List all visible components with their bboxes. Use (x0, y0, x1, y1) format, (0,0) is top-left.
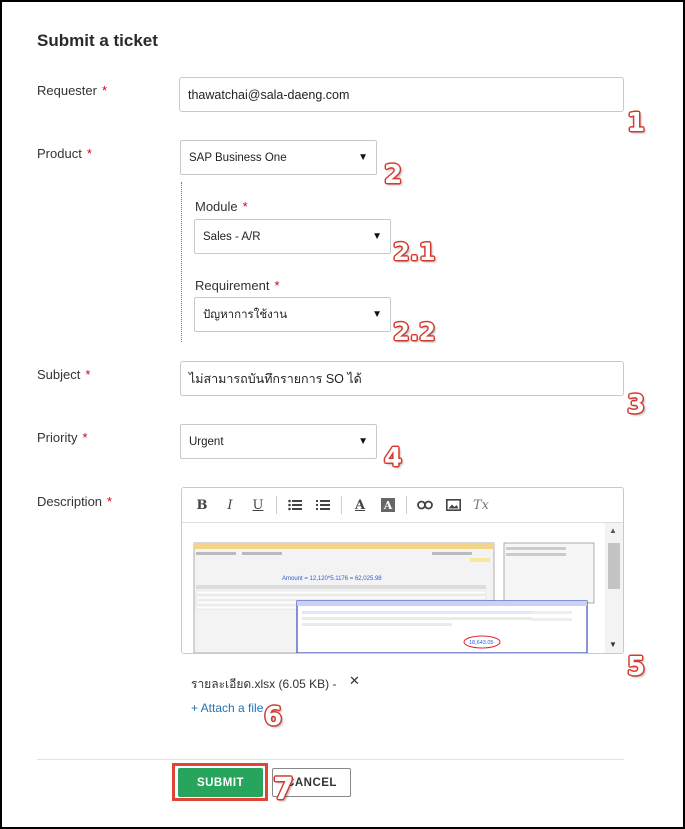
required-mark: * (107, 494, 113, 509)
annotation-number: 6 (264, 702, 283, 732)
required-mark: * (85, 367, 91, 382)
description-editor[interactable]: B I U A A Tx Amount = 12,120*5.1176 = 62… (181, 487, 624, 654)
italic-icon[interactable]: I (216, 493, 244, 517)
description-label: Description * (37, 494, 112, 509)
module-value: Sales - A/R (203, 230, 261, 243)
module-label: Module * (195, 199, 248, 214)
form-divider (37, 759, 624, 760)
product-label: Product * (37, 146, 92, 161)
image-icon[interactable] (439, 493, 467, 517)
subject-value: ไม่สามารถบันทึกรายการ SO ได้ (189, 371, 362, 386)
required-mark: * (274, 278, 280, 293)
screenshot-circled-value: 18,643.05 (469, 640, 493, 646)
text-color-icon[interactable]: A (346, 493, 374, 517)
numbered-list-icon[interactable] (309, 493, 337, 517)
attachment-filename: รายละเอียด.xlsx (6.05 KB) - (191, 677, 337, 691)
toolbar-divider (341, 496, 342, 514)
dropdown-arrow-icon: ▼ (372, 309, 382, 320)
priority-value: Urgent (189, 435, 224, 448)
scroll-down-arrow-icon[interactable]: ▼ (609, 640, 617, 649)
dropdown-arrow-icon: ▼ (358, 436, 368, 447)
editor-toolbar: B I U A A Tx (182, 488, 623, 523)
requirement-value: ปัญหาการใช้งาน (203, 308, 288, 321)
requester-input[interactable]: thawatchai@sala-daeng.com (179, 77, 624, 112)
bulleted-list-icon[interactable] (281, 493, 309, 517)
requester-label-text: Requester (37, 83, 97, 98)
description-label-text: Description (37, 494, 103, 509)
annotation-number: 1 (627, 108, 646, 138)
required-mark: * (82, 430, 88, 445)
required-mark: * (101, 83, 108, 98)
scroll-up-arrow-icon[interactable]: ▲ (609, 526, 617, 535)
svg-text:A: A (383, 499, 393, 512)
screenshot-amount-text: Amount = 12,120*5.1176 = 62,025.98 (282, 576, 382, 582)
dropdown-arrow-icon: ▼ (372, 231, 382, 242)
clear-format-icon[interactable]: Tx (467, 493, 495, 517)
editor-scrollbar[interactable]: ▲ ▼ (605, 523, 623, 653)
subject-input[interactable]: ไม่สามารถบันทึกรายการ SO ได้ (180, 361, 624, 396)
scrollbar-thumb[interactable] (608, 543, 620, 589)
toolbar-divider (276, 496, 277, 514)
annotation-number: 2 (384, 160, 403, 190)
attach-file-link[interactable]: + Attach a file (191, 701, 263, 715)
requirement-label-text: Requirement (195, 278, 270, 293)
submit-highlight-box (172, 763, 268, 801)
module-label-text: Module (195, 199, 238, 214)
priority-label: Priority * (37, 430, 88, 445)
toolbar-divider (406, 496, 407, 514)
priority-label-text: Priority (37, 430, 78, 445)
editor-content[interactable]: Amount = 12,120*5.1176 = 62,025.98 18,64… (182, 523, 605, 653)
requester-label: Requester * (37, 83, 107, 98)
requester-value: thawatchai@sala-daeng.com (188, 87, 350, 102)
product-select[interactable]: SAP Business One ▼ (180, 140, 377, 175)
page-title: Submit a ticket (37, 31, 158, 50)
product-value: SAP Business One (189, 151, 287, 164)
product-label-text: Product (37, 146, 82, 161)
annotation-number: 2.2 (393, 318, 436, 346)
annotation-number: 7 (273, 772, 294, 807)
subject-label: Subject * (37, 367, 90, 382)
highlight-icon[interactable]: A (374, 493, 402, 517)
annotation-number: 2.1 (393, 238, 436, 266)
dropdown-arrow-icon: ▼ (358, 152, 368, 163)
annotation-number: 4 (384, 443, 403, 473)
pasted-screenshot-image: Amount = 12,120*5.1176 = 62,025.98 18,64… (182, 523, 605, 653)
nested-fields-indicator (181, 182, 182, 342)
link-icon[interactable] (411, 493, 439, 517)
requirement-select[interactable]: ปัญหาการใช้งาน ▼ (194, 297, 391, 332)
requirement-label: Requirement * (195, 278, 280, 293)
bold-icon[interactable]: B (188, 493, 216, 517)
window-frame (0, 0, 685, 829)
annotation-number: 3 (627, 390, 646, 420)
required-mark: * (86, 146, 92, 161)
remove-attachment-icon[interactable]: ✕ (349, 673, 360, 689)
module-select[interactable]: Sales - A/R ▼ (194, 219, 391, 254)
annotation-number: 5 (627, 652, 646, 682)
underline-icon[interactable]: U (244, 493, 272, 517)
subject-label-text: Subject (37, 367, 81, 382)
priority-select[interactable]: Urgent ▼ (180, 424, 377, 459)
required-mark: * (242, 199, 248, 214)
